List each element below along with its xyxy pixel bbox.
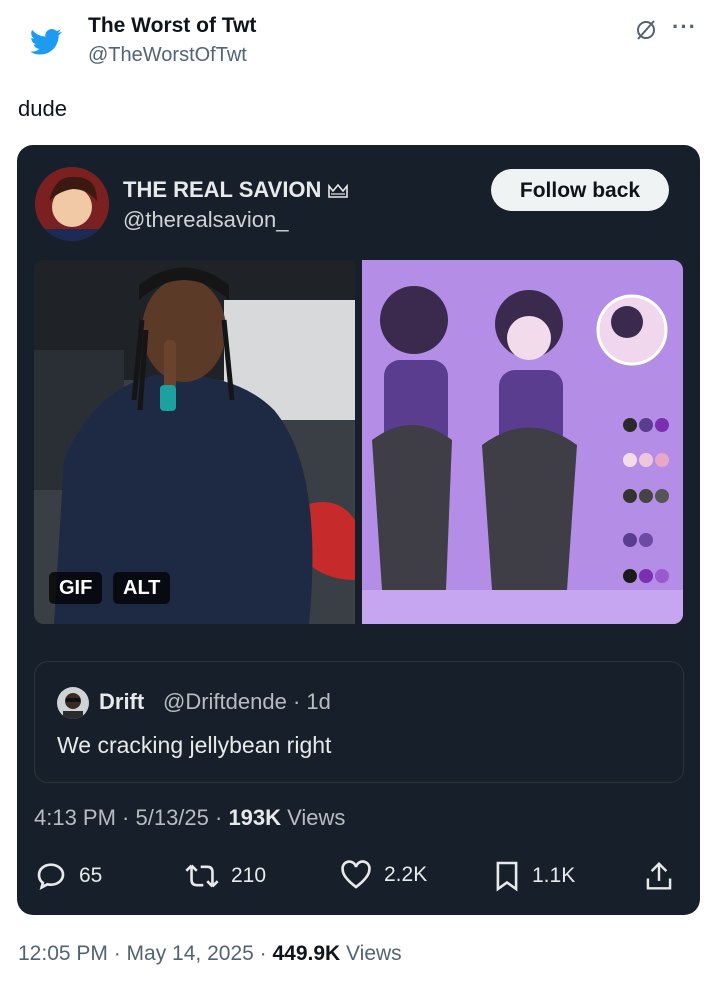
action-bar: 65 210 2.2K 1.1K xyxy=(17,850,700,910)
inner-author-name[interactable]: THE REAL SAVION xyxy=(123,177,349,203)
reply-count: 65 xyxy=(79,864,103,887)
more-options-button[interactable]: ··· xyxy=(672,14,697,40)
twitter-bird-icon xyxy=(30,29,62,55)
quoted-tweet[interactable]: Drift @Driftdende · 1d We cracking jelly… xyxy=(34,661,684,783)
share-button[interactable] xyxy=(644,860,686,892)
inner-author-name-text: THE REAL SAVION xyxy=(123,177,322,202)
retweet-icon xyxy=(185,864,219,888)
quote-avatar[interactable] xyxy=(57,687,89,719)
crown-icon xyxy=(328,183,349,198)
quote-author-name[interactable]: Drift xyxy=(99,689,144,715)
inner-timestamp[interactable]: 4:13 PM · 5/13/25 · xyxy=(34,805,228,830)
quote-text: We cracking jellybean right xyxy=(57,732,332,758)
outer-views-count: 449.9K xyxy=(272,942,341,965)
alt-badge[interactable]: ALT xyxy=(113,572,171,604)
reply-button[interactable]: 65 xyxy=(35,860,102,892)
inner-views-label: Views xyxy=(281,805,346,830)
gif-media[interactable] xyxy=(34,260,355,624)
bookmark-icon xyxy=(496,861,518,892)
follow-back-button[interactable]: Follow back xyxy=(491,169,669,211)
outer-views-label: Views xyxy=(340,942,402,965)
retweet-button[interactable]: 210 xyxy=(185,860,266,892)
hide-icon[interactable] xyxy=(634,18,658,42)
like-count: 2.2K xyxy=(384,863,428,886)
outer-author-name[interactable]: The Worst of Twt xyxy=(88,14,256,38)
bookmark-button[interactable]: 1.1K xyxy=(494,860,575,892)
inner-views-count: 193K xyxy=(228,805,282,830)
inner-author-handle[interactable]: @therealsavion_ xyxy=(123,207,288,233)
outer-tweet-header: The Worst of Twt @TheWorstOfTwt ··· xyxy=(0,0,716,90)
embedded-tweet-card[interactable]: THE REAL SAVION @therealsavion_ Follow b… xyxy=(17,145,700,915)
outer-timestamp-views: 12:05 PM · May 14, 2025 · 449.9K Views xyxy=(18,942,402,966)
inner-timestamp-views: 4:13 PM · 5/13/25 · 193K Views xyxy=(34,805,345,831)
gif-badge: GIF xyxy=(49,572,103,604)
artwork-media[interactable] xyxy=(362,260,683,624)
like-button[interactable]: 2.2K xyxy=(340,860,427,890)
reply-icon xyxy=(37,863,65,890)
outer-tweet-text: dude xyxy=(18,96,67,121)
outer-author-handle[interactable]: @TheWorstOfTwt xyxy=(88,44,247,67)
outer-timestamp[interactable]: 12:05 PM · May 14, 2025 · xyxy=(18,942,272,965)
like-icon xyxy=(341,860,371,889)
retweet-count: 210 xyxy=(231,864,267,887)
share-icon xyxy=(646,861,672,890)
bookmark-count: 1.1K xyxy=(532,864,576,887)
avatar[interactable] xyxy=(35,167,109,241)
quote-meta: @Driftdende · 1d xyxy=(163,689,331,714)
